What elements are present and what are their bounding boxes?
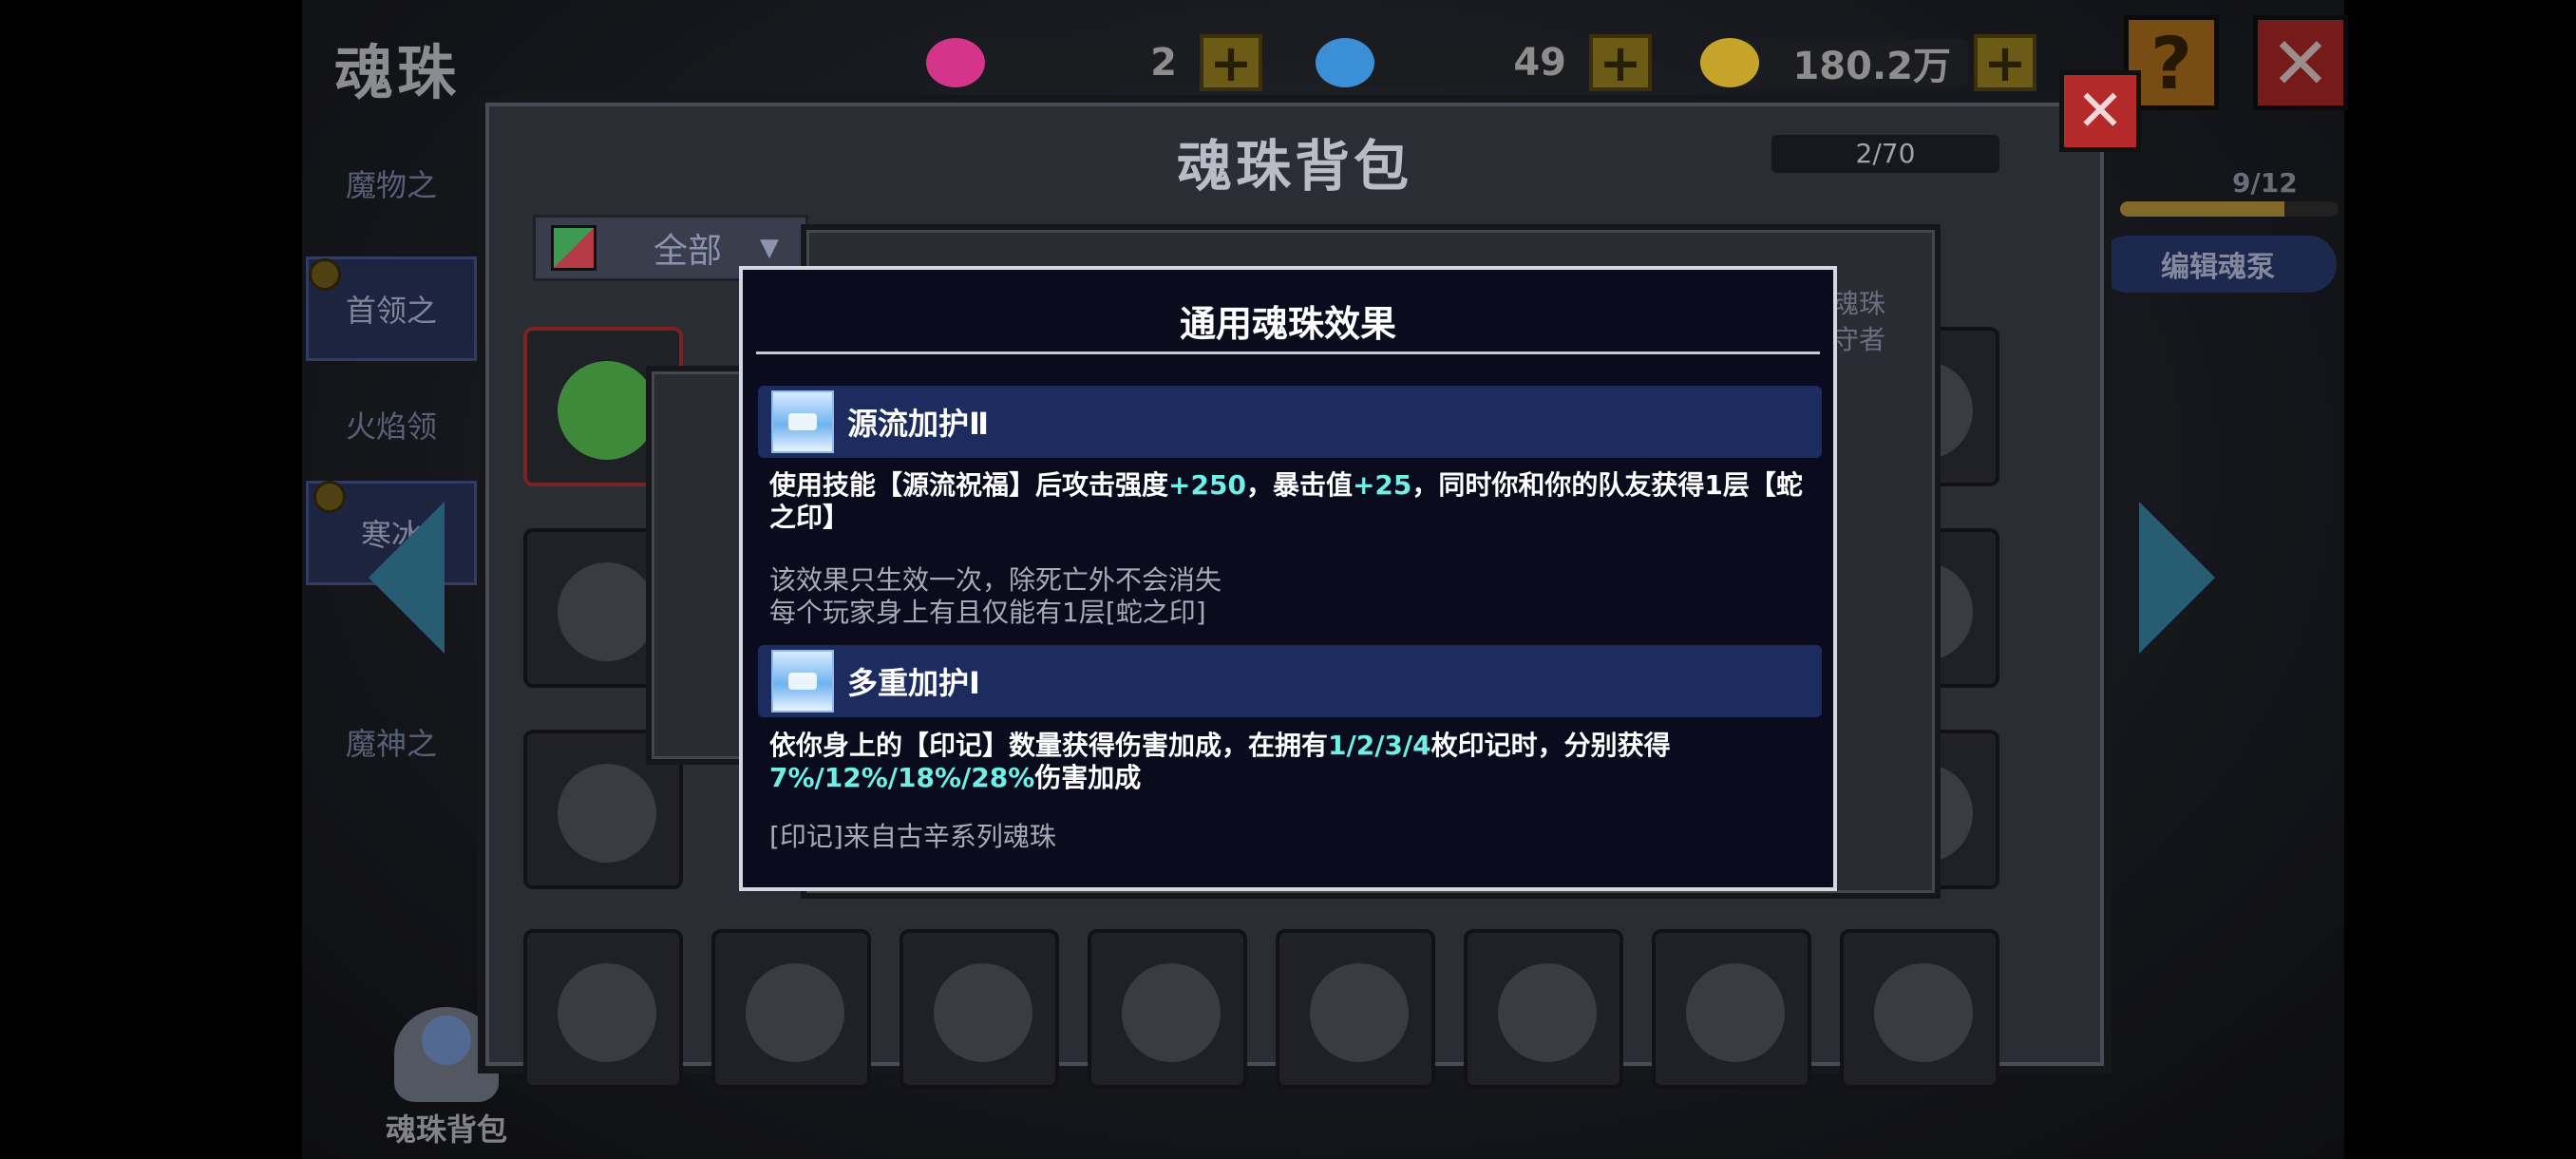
effect-desc-2: 依你身上的【印记】数量获得伤害加成，在拥有1/2/3/4枚印记时，分别获得 7%/… — [769, 730, 1814, 794]
effect-name-2: 多重加护Ⅰ — [847, 665, 980, 701]
effect-note-1a: 该效果只生效一次，除死亡外不会消失 — [769, 564, 1222, 596]
dialog-title: 通用魂珠效果 — [1179, 303, 1396, 345]
bag-capacity: 2/70 — [1771, 135, 1999, 173]
soul-slot[interactable] — [1652, 929, 1811, 1089]
soul-slot[interactable] — [523, 929, 683, 1089]
detail-line: 守者 — [1832, 324, 1886, 355]
soul-slot[interactable] — [1088, 929, 1247, 1089]
soul-effect-dialog: 通用魂珠效果 源流加护Ⅱ 使用技能【源流祝福】后攻击强度+250，暴击值+25，… — [739, 266, 1837, 891]
soul-slot[interactable] — [1840, 929, 1999, 1089]
effect-note-1b: 每个玩家身上有且仅能有1层[蛇之印] — [769, 597, 1206, 628]
soul-portrait-icon — [771, 390, 834, 453]
filter-swatch-icon — [551, 225, 597, 271]
filter-label: 全部 — [653, 232, 723, 271]
effect-name-1: 源流加护Ⅱ — [847, 406, 990, 442]
effect-header-1: 源流加护Ⅱ — [758, 386, 1822, 458]
highlight-value: +250 — [1168, 469, 1246, 501]
blue-gem-icon — [1316, 38, 1374, 87]
desc-text: ，暴击值 — [1245, 469, 1353, 501]
desc-text: 使用技能【源流祝福】后攻击强度 — [769, 469, 1169, 501]
highlight-value: +25 — [1352, 469, 1412, 501]
gold-coin-icon — [1700, 38, 1759, 87]
detail-line: 魂珠 — [1832, 288, 1886, 319]
close-bag-button[interactable]: ✕ — [2059, 70, 2141, 152]
soul-portrait-icon — [771, 650, 834, 712]
desc-text: 伤害加成 — [1034, 762, 1142, 793]
desc-text: 枚印记时，分别获得 — [1430, 730, 1671, 761]
pink-gem-icon — [926, 38, 985, 87]
effect-note-2: [印记]来自古辛系列魂珠 — [769, 821, 1056, 852]
chevron-down-icon: ▼ — [760, 234, 780, 262]
soul-slot[interactable] — [711, 929, 871, 1089]
soul-slot[interactable] — [1276, 929, 1435, 1089]
effect-desc-1: 使用技能【源流祝福】后攻击强度+250，暴击值+25，同时你和你的队友获得1层【… — [769, 469, 1814, 534]
desc-text: 依你身上的【印记】数量获得伤害加成，在拥有 — [769, 730, 1329, 761]
effect-header-2: 多重加护Ⅰ — [758, 645, 1822, 717]
soul-slot[interactable] — [900, 929, 1059, 1089]
soul-slot[interactable] — [1464, 929, 1623, 1089]
highlight-value: 7%/12%/18%/28% — [769, 762, 1035, 793]
divider — [756, 352, 1820, 354]
highlight-value: 1/2/3/4 — [1328, 730, 1431, 761]
